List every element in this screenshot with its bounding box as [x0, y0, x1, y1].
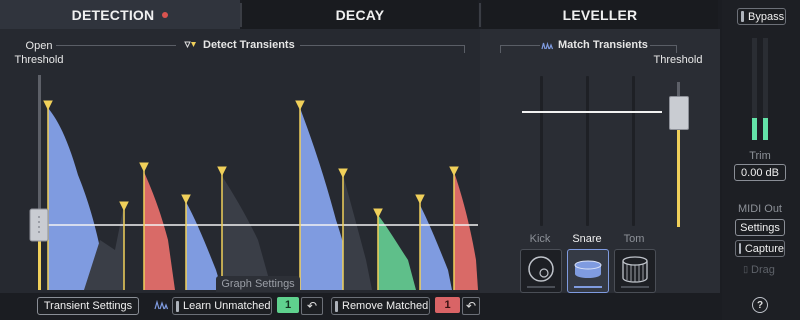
match-transients-header[interactable]: Match Transients: [541, 38, 648, 52]
graph-settings-label: Graph Settings: [221, 278, 295, 290]
output-meter-right-level: [763, 118, 768, 140]
tab-detection[interactable]: DETECTION: [0, 0, 240, 29]
undo-icon: ↶: [306, 299, 318, 313]
midi-settings-button[interactable]: Settings: [735, 219, 785, 236]
waveform-spikes-icon: [541, 41, 553, 49]
learn-undo-button[interactable]: ↶: [301, 297, 323, 315]
remove-undo-button[interactable]: ↶: [462, 297, 480, 315]
learn-count[interactable]: 1: [277, 297, 299, 313]
capture-label: Capture: [744, 242, 784, 255]
learn-unmatched-label: Learn Unmatched: [183, 300, 271, 312]
transient-settings-label: Transient Settings: [43, 300, 133, 312]
match-transients-label: Match Transients: [558, 39, 648, 51]
help-icon: ?: [756, 299, 764, 311]
waveform-segment-gray: [222, 176, 272, 290]
waveform-segment-green: [378, 215, 416, 290]
kick-level-track[interactable]: [540, 76, 543, 226]
tab-divider: [479, 3, 481, 27]
transient-graph[interactable]: [0, 29, 480, 293]
transient-settings-button[interactable]: Transient Settings: [37, 297, 139, 315]
waveform-segment-red: [144, 172, 175, 290]
graph-settings-button[interactable]: Graph Settings: [216, 276, 300, 292]
waveform-segment-blue: [420, 205, 452, 290]
undo-icon: ↶: [465, 299, 477, 313]
active-indicator-dot: [162, 11, 169, 18]
snare-level-track[interactable]: [586, 76, 589, 226]
snare-label: Snare: [572, 233, 602, 245]
kick-drum-icon: [527, 256, 555, 288]
toggle-indicator: [335, 300, 338, 312]
bypass-label: Bypass: [748, 10, 785, 23]
tom-label: Tom: [623, 233, 645, 245]
midi-out-label: MIDI Out: [737, 203, 782, 215]
tab-leveller[interactable]: LEVELLER: [482, 0, 718, 29]
tom-drum-icon: [621, 256, 649, 288]
help-button[interactable]: ?: [752, 297, 768, 313]
snare-drum-icon: [574, 260, 602, 288]
match-threshold-handle[interactable]: [669, 96, 689, 130]
remove-matched-label: Remove Matched: [342, 300, 429, 312]
match-threshold-label: Threshold: [653, 54, 703, 66]
tab-decay[interactable]: DECAY: [242, 0, 478, 29]
tab-decay-label: DECAY: [335, 6, 385, 23]
drag-doc-icon: ▯: [743, 264, 749, 274]
match-threshold-line[interactable]: [522, 111, 662, 113]
snare-button[interactable]: [567, 249, 609, 293]
match-rule-right-end: [676, 45, 677, 53]
tom-button[interactable]: [614, 249, 656, 293]
learn-unmatched-toggle[interactable]: Learn Unmatched: [172, 297, 272, 315]
midi-settings-label: Settings: [740, 221, 780, 234]
waveform-segment-red: [454, 172, 478, 290]
kick-label: Kick: [529, 233, 551, 245]
capture-toggle[interactable]: Capture: [735, 240, 785, 257]
drag-button[interactable]: ▯ Drag: [737, 262, 781, 277]
toggle-indicator: [739, 243, 741, 254]
toggle-indicator: [741, 11, 744, 22]
trim-value: 0.00 dB: [741, 166, 779, 179]
trim-label: Trim: [749, 150, 771, 162]
match-rule-left-end: [500, 45, 501, 53]
waveform-spikes-icon: [154, 300, 168, 310]
trim-value-field[interactable]: 0.00 dB: [734, 164, 786, 181]
tom-level-track[interactable]: [632, 76, 635, 226]
match-rule-left: [500, 45, 540, 46]
remove-matched-toggle[interactable]: Remove Matched: [331, 297, 430, 315]
drag-label: Drag: [751, 263, 775, 276]
tab-leveller-label: LEVELLER: [562, 6, 638, 23]
open-threshold-handle[interactable]: [29, 208, 49, 242]
remove-count[interactable]: 1: [435, 297, 460, 313]
match-rule-right: [650, 45, 676, 46]
toggle-indicator: [176, 300, 179, 312]
waveform-segment-gray: [343, 175, 372, 290]
kick-button[interactable]: [520, 249, 562, 293]
tab-detection-label: DETECTION: [71, 6, 155, 23]
output-meter-left-level: [752, 118, 757, 140]
bypass-toggle[interactable]: Bypass: [737, 8, 786, 25]
